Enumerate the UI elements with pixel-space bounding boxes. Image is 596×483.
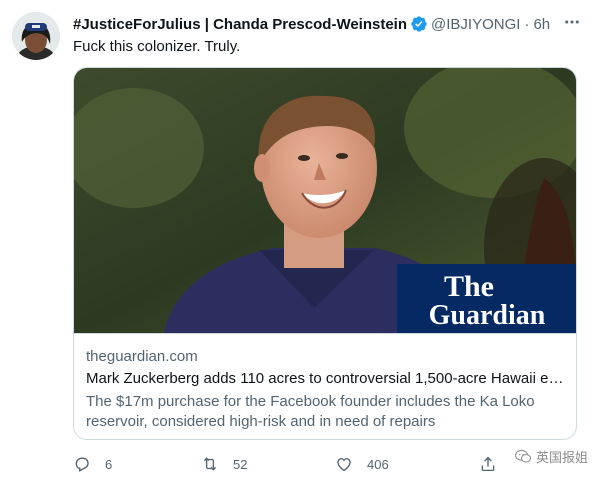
tweet-header: #JusticeForJulius | Chanda Prescod-Weins… xyxy=(73,13,578,35)
like-count: 406 xyxy=(367,456,389,472)
more-icon[interactable] xyxy=(560,12,584,32)
separator-dot: · xyxy=(524,15,530,33)
tweet-text: Fuck this colonizer. Truly. xyxy=(73,38,241,55)
author-name[interactable]: #JusticeForJulius | Chanda Prescod-Weins… xyxy=(73,16,407,33)
link-title: Mark Zuckerberg adds 110 acres to contro… xyxy=(86,370,564,387)
reply-icon xyxy=(75,457,89,472)
reply-button[interactable]: 6 xyxy=(73,452,112,476)
guardian-logo-guardian: Guardian xyxy=(429,300,546,331)
retweet-count: 52 xyxy=(233,456,248,472)
share-button[interactable] xyxy=(479,452,511,476)
link-card-image[interactable]: The Guardian xyxy=(74,68,576,333)
watermark-logo-icon xyxy=(514,449,532,463)
link-card[interactable]: The Guardian theguardian.com Mark Zucker… xyxy=(73,67,577,440)
link-description: The $17m purchase for the Facebook found… xyxy=(86,393,535,430)
tweet: #JusticeForJulius | Chanda Prescod-Weins… xyxy=(0,0,596,483)
retweet-button[interactable]: 52 xyxy=(201,452,247,476)
like-icon xyxy=(337,458,351,472)
link-domain: theguardian.com xyxy=(86,348,198,365)
verified-icon xyxy=(411,16,427,32)
watermark: 英国报姐 xyxy=(514,444,588,468)
tweet-timestamp[interactable]: 6h xyxy=(533,16,550,33)
author-handle[interactable]: @IBJIYONGI xyxy=(431,16,520,33)
watermark-text: 英国报姐 xyxy=(535,449,588,465)
share-icon xyxy=(481,456,495,472)
reply-count: 6 xyxy=(105,456,113,472)
like-button[interactable]: 406 xyxy=(335,452,389,476)
retweet-icon xyxy=(203,457,217,471)
avatar[interactable] xyxy=(12,12,60,60)
link-card-meta[interactable]: theguardian.com Mark Zuckerberg adds 110… xyxy=(74,333,576,439)
action-bar: 6 52 406 xyxy=(73,452,583,476)
guardian-logo-the: The xyxy=(444,270,494,303)
